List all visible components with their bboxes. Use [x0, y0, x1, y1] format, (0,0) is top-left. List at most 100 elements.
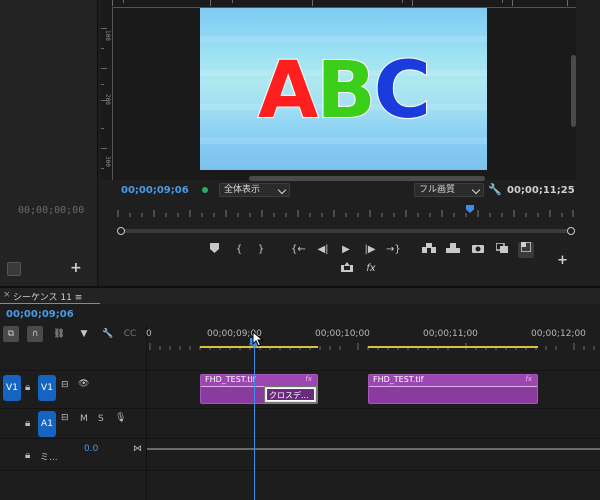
zoom-bar-left-handle[interactable]: [117, 227, 125, 235]
mix-track-label: ミ...: [40, 453, 58, 463]
lift-icon: [341, 262, 353, 272]
ruler-label: 200: [104, 94, 111, 105]
vertical-ruler: 100 200 300: [101, 8, 113, 180]
letter-a: A: [257, 45, 319, 137]
source-timecode: 00;00;00;00: [18, 205, 85, 216]
insert-icon: [422, 243, 436, 253]
track-divider: [0, 408, 600, 409]
mix-level-line: [147, 448, 600, 450]
track-divider: [0, 370, 600, 371]
horizontal-ruler: [112, 0, 576, 8]
a1-track-target[interactable]: A1: [38, 411, 56, 437]
v1-track-target[interactable]: V1: [38, 375, 56, 401]
linked-selection-icon[interactable]: ⛓: [51, 326, 67, 342]
track-header-divider: [146, 325, 147, 500]
mouse-cursor-icon: [252, 331, 264, 347]
ruler-label: 100: [104, 30, 111, 41]
clip-name: FHD_TEST.tif: [205, 375, 256, 384]
cross-dissolve-transition[interactable]: クロスデ...: [264, 386, 317, 403]
go-to-end-icon[interactable]: ⋈: [133, 444, 142, 454]
quality-dropdown-value: フル画質: [419, 185, 456, 195]
v1-source-patch[interactable]: V1: [3, 375, 21, 401]
track-divider: [0, 470, 600, 471]
fx-badge: fx: [305, 375, 312, 383]
insert-button[interactable]: [422, 243, 436, 257]
step-forward-button[interactable]: |▶: [363, 243, 377, 257]
go-to-in-button[interactable]: {←: [291, 243, 306, 257]
comparison-view-button[interactable]: [495, 242, 509, 257]
render-bar: [368, 346, 538, 348]
letter-c: C: [373, 45, 432, 137]
add-marker-button[interactable]: [207, 243, 221, 257]
close-icon[interactable]: ×: [3, 290, 11, 300]
overwrite-button[interactable]: [446, 243, 460, 257]
multicam-button[interactable]: [518, 241, 534, 258]
play-button[interactable]: ▶: [339, 243, 353, 257]
video-frame: ABC: [200, 8, 487, 170]
nest-toggle-icon[interactable]: ⧉: [3, 326, 19, 342]
fx-button[interactable]: fx: [364, 262, 378, 276]
settings-icon[interactable]: [7, 262, 21, 276]
monitor-time-ruler[interactable]: [117, 207, 574, 217]
source-panel: [0, 0, 98, 286]
zoom-dropdown-value: 全体表示: [224, 185, 261, 195]
timeline-settings-icon[interactable]: 🔧: [100, 326, 116, 342]
horizontal-scrollbar[interactable]: [249, 176, 485, 181]
zoom-dropdown[interactable]: 全体表示: [219, 183, 290, 197]
eye-icon[interactable]: 👁︎: [78, 379, 89, 389]
add-marker-icon[interactable]: ▼: [76, 326, 92, 342]
monitor-zoom-bar[interactable]: [120, 229, 574, 233]
lock-icon[interactable]: 🔒︎: [25, 450, 30, 461]
captions-icon[interactable]: CC: [122, 326, 138, 342]
go-to-out-button[interactable]: →}: [386, 243, 401, 257]
solo-button[interactable]: S: [98, 414, 104, 424]
track-divider: [0, 438, 600, 439]
abc-text: ABC: [200, 45, 487, 137]
zoom-bar-right-handle[interactable]: [567, 227, 575, 235]
opacity-line: [369, 386, 537, 387]
transition-label: クロスデ...: [266, 388, 315, 401]
mix-volume-value[interactable]: 0.0: [84, 444, 98, 454]
lock-icon[interactable]: 🔒︎: [25, 418, 30, 429]
timeline-timecode[interactable]: 00;00;09;06: [6, 309, 74, 320]
clip-name: FHD_TEST.tif: [373, 375, 424, 384]
mark-in-button[interactable]: {: [232, 243, 246, 257]
playhead-timecode[interactable]: 00;00;09;06: [121, 185, 189, 196]
add-icon[interactable]: +: [70, 260, 82, 276]
chevron-down-icon: [277, 185, 287, 195]
overwrite-icon: [446, 243, 460, 253]
ruler-label: 0: [146, 329, 152, 339]
ruler-label: 00;00;11;00: [423, 329, 478, 339]
premiere-window: 00;00;00;00 + 100 200 300 ABC 00;00;09;0…: [0, 0, 600, 500]
camera-icon: [472, 245, 484, 253]
lock-icon[interactable]: 🔒︎: [25, 382, 30, 393]
ruler-label: 00;00;12;00: [531, 329, 586, 339]
letter-b: B: [315, 45, 376, 137]
fx-badge: fx: [525, 375, 532, 383]
timeline-header: [0, 288, 600, 304]
sync-lock-icon[interactable]: ⊟: [61, 413, 69, 423]
ruler-label: 00;00;10;00: [315, 329, 370, 339]
marker-icon: [209, 243, 219, 253]
multicam-icon: [520, 241, 532, 253]
mute-button[interactable]: M: [80, 414, 88, 424]
status-indicator: [202, 187, 208, 193]
microphone-icon[interactable]: 🎙︎: [115, 413, 126, 423]
export-frame-button[interactable]: [471, 243, 485, 257]
snap-icon[interactable]: ∩: [27, 326, 43, 342]
quality-dropdown[interactable]: フル画質: [414, 183, 484, 197]
video-clip[interactable]: FHD_TEST.tif fx: [368, 374, 538, 404]
mark-out-button[interactable]: }: [254, 243, 268, 257]
lift-button[interactable]: [340, 262, 354, 276]
timeline-playhead-line[interactable]: [254, 336, 255, 500]
add-button-icon[interactable]: +: [557, 253, 568, 268]
vertical-scrollbar[interactable]: [571, 55, 576, 127]
sync-lock-icon[interactable]: ⊟: [61, 380, 69, 390]
duration-timecode: 00;00;11;25: [507, 185, 575, 196]
step-back-button[interactable]: ◀|: [316, 243, 330, 257]
sequence-tab[interactable]: シーケンス 11 ≡: [13, 290, 82, 303]
compare-icon: [495, 242, 508, 253]
ruler-label: 300: [104, 156, 111, 167]
wrench-icon[interactable]: 🔧: [488, 183, 502, 196]
chevron-down-icon: [471, 185, 481, 195]
